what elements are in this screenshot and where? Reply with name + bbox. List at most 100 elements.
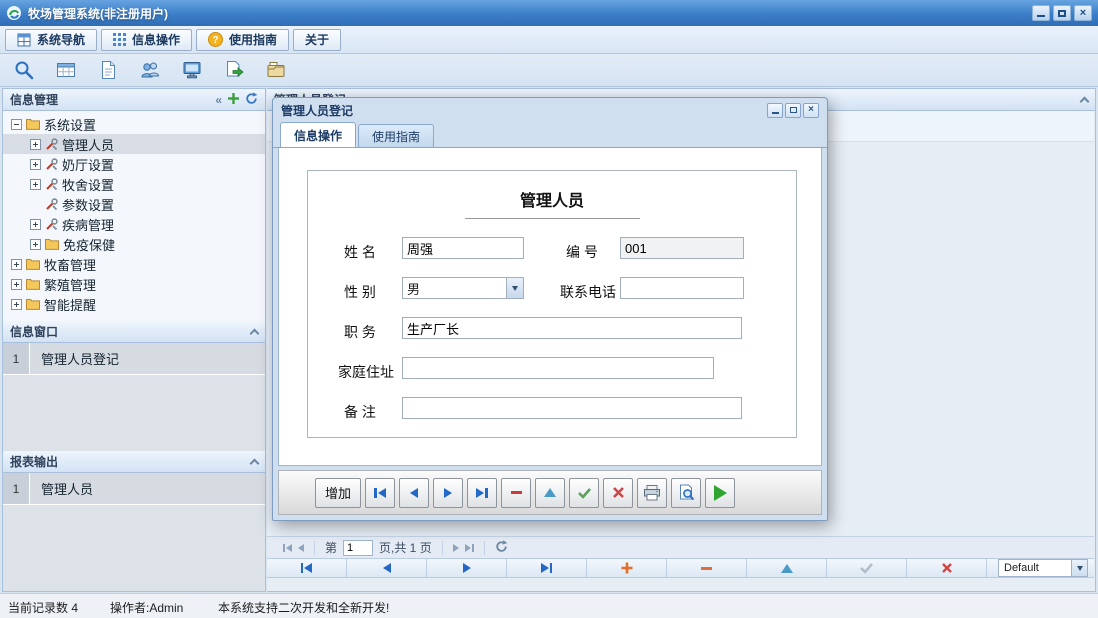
dialog-close-button[interactable]: × (803, 103, 819, 118)
next-page-button[interactable] (453, 544, 459, 552)
tree-item-2[interactable]: 奶厅设置 (3, 154, 265, 174)
search-button[interactable] (10, 57, 37, 84)
tree-item-8[interactable]: 繁殖管理 (3, 274, 265, 294)
users-button[interactable] (136, 57, 163, 84)
default-combo[interactable]: Default (998, 559, 1088, 577)
dialog-maximize-button[interactable] (785, 103, 801, 118)
close-button[interactable]: × (1074, 5, 1092, 21)
document-button[interactable] (94, 57, 121, 84)
print-button[interactable] (637, 478, 667, 508)
info-window-list: 1 管理人员登记 (3, 343, 265, 451)
tree-item-0[interactable]: 系统设置 (3, 114, 265, 134)
address-label: 家庭住址 (338, 362, 394, 382)
folder-icon (26, 118, 40, 130)
tree-item-1[interactable]: 管理人员 (3, 134, 265, 154)
monitor-button[interactable] (178, 57, 205, 84)
first-record-button[interactable] (267, 559, 347, 577)
confirm-button[interactable] (827, 559, 907, 577)
menu-tab-user-guide[interactable]: ? 使用指南 (196, 29, 289, 51)
prev-record-button[interactable] (399, 478, 429, 508)
code-field[interactable] (620, 237, 744, 259)
first-page-button[interactable] (283, 544, 292, 552)
dialog-minimize-button[interactable] (767, 103, 783, 118)
tree-item-7[interactable]: 牧畜管理 (3, 254, 265, 274)
next-record-button[interactable] (427, 559, 507, 577)
phone-label: 联系电话 (560, 282, 616, 302)
tree-item-6[interactable]: 免疫保健 (3, 234, 265, 254)
preview-icon (678, 484, 695, 501)
tree-item-5[interactable]: 疾病管理 (3, 214, 265, 234)
combo-dropdown-button[interactable] (1071, 560, 1087, 576)
run-button[interactable] (705, 478, 735, 508)
expand-expander-icon[interactable] (30, 239, 41, 250)
tree-item-label: 系统设置 (44, 115, 96, 134)
expand-expander-icon[interactable] (30, 159, 41, 170)
page-input[interactable] (343, 540, 373, 556)
next-record-button[interactable] (433, 478, 463, 508)
table-button[interactable] (52, 57, 79, 84)
menu-tab-label: 使用指南 (229, 31, 277, 48)
window-title: 牧场管理系统(非注册用户) (28, 5, 1032, 22)
move-up-button[interactable] (747, 559, 827, 577)
move-up-button[interactable] (535, 478, 565, 508)
tree-item-9[interactable]: 智能提醒 (3, 294, 265, 314)
prev-page-button[interactable] (298, 544, 304, 552)
menu-tab-label: 信息操作 (132, 31, 180, 48)
refresh-page-icon[interactable] (495, 540, 508, 556)
add-node-icon[interactable] (228, 93, 239, 107)
tab-label: 使用指南 (372, 128, 420, 145)
phone-field[interactable] (620, 277, 744, 299)
menu-tab-info-operation[interactable]: 信息操作 (101, 29, 192, 51)
last-page-button[interactable] (465, 544, 474, 552)
delete-record-button[interactable] (501, 478, 531, 508)
grid-dots-icon (113, 33, 126, 46)
prev-record-button[interactable] (347, 559, 427, 577)
plus-icon (621, 562, 633, 574)
chevron-up-icon[interactable] (1080, 96, 1090, 106)
last-record-button[interactable] (507, 559, 587, 577)
menu-tab-system-nav[interactable]: 系统导航 (5, 29, 97, 51)
refresh-icon[interactable] (245, 92, 258, 108)
name-field[interactable] (402, 237, 524, 259)
expand-expander-icon[interactable] (30, 219, 41, 230)
add-record-button[interactable] (587, 559, 667, 577)
tab-user-guide[interactable]: 使用指南 (358, 124, 434, 147)
expand-expander-icon[interactable] (11, 299, 22, 310)
gender-select[interactable]: 男 (402, 277, 524, 299)
expand-expander-icon[interactable] (11, 279, 22, 290)
expand-expander-icon[interactable] (30, 179, 41, 190)
duty-field[interactable] (402, 317, 742, 339)
last-record-button[interactable] (467, 478, 497, 508)
chevron-up-icon[interactable] (250, 458, 260, 468)
collapse-expander-icon[interactable] (11, 119, 22, 130)
tree-item-3[interactable]: 牧舍设置 (3, 174, 265, 194)
report-output-list: 1 管理人员 (3, 473, 265, 591)
expand-expander-icon[interactable] (30, 139, 41, 150)
tool-icon (45, 158, 58, 171)
minimize-button[interactable] (1032, 5, 1050, 21)
delete-record-button[interactable] (667, 559, 747, 577)
list-item[interactable]: 1 管理人员登记 (3, 343, 265, 375)
card-index-button[interactable] (262, 57, 289, 84)
list-item[interactable]: 1 管理人员 (3, 473, 265, 505)
restore-button[interactable] (1053, 5, 1071, 21)
check-icon (859, 562, 874, 574)
collapse-panel-icon[interactable]: « (215, 94, 222, 106)
cancel-button[interactable] (603, 478, 633, 508)
add-button[interactable]: 增加 (315, 478, 361, 508)
address-field[interactable] (402, 357, 714, 379)
cancel-button[interactable] (907, 559, 987, 577)
tree-item-4[interactable]: 参数设置 (3, 194, 265, 214)
menu-tab-about[interactable]: 关于 (293, 29, 341, 51)
note-field[interactable] (402, 397, 742, 419)
select-dropdown-button[interactable] (506, 278, 523, 298)
tab-info-operation[interactable]: 信息操作 (280, 122, 356, 147)
export-button[interactable] (220, 57, 247, 84)
confirm-button[interactable] (569, 478, 599, 508)
first-record-button[interactable] (365, 478, 395, 508)
minimize-icon (1037, 15, 1045, 17)
preview-button[interactable] (671, 478, 701, 508)
help-icon: ? (208, 32, 223, 47)
chevron-up-icon[interactable] (250, 328, 260, 338)
expand-expander-icon[interactable] (11, 259, 22, 270)
